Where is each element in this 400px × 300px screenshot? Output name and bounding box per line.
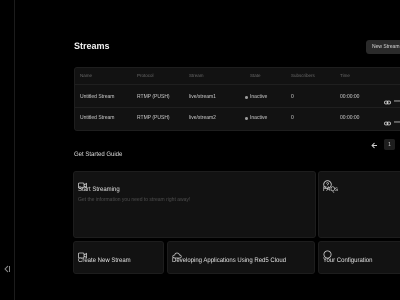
- column-header-subscribers[interactable]: Subscribers: [291, 73, 315, 78]
- row-time: 00:00:00: [340, 115, 360, 121]
- chevron-left-icon[interactable]: [369, 140, 379, 150]
- row-name: Untitled Stream: [80, 94, 115, 100]
- status-dot: [245, 96, 248, 99]
- row-time: 00:00:00: [340, 94, 360, 100]
- sidebar-divider: [14, 0, 15, 300]
- row-state: Inactive: [250, 115, 268, 121]
- section-title: Get Started Guide: [74, 152, 123, 158]
- row-state: Inactive: [250, 94, 268, 100]
- column-header-protocol[interactable]: Protocol: [137, 73, 154, 78]
- more-icon[interactable]: [394, 113, 400, 131]
- card-title: Create New Stream: [78, 258, 131, 264]
- card-subtitle: Get the information you need to stream r…: [78, 197, 191, 203]
- table-divider: [74, 84, 400, 85]
- link-icon[interactable]: [384, 114, 391, 132]
- status-dot: [245, 117, 248, 120]
- column-header-time[interactable]: Time: [340, 73, 350, 78]
- column-header-state[interactable]: State: [250, 73, 261, 78]
- start-streaming-card[interactable]: [73, 171, 316, 238]
- page-title: Streams: [74, 41, 110, 51]
- new-stream-button[interactable]: New Stream: [366, 40, 400, 54]
- row-name: Untitled Stream: [80, 115, 115, 121]
- row-protocol: RTMP (PUSH): [137, 94, 170, 100]
- row-protocol: RTMP (PUSH): [137, 115, 170, 121]
- column-header-name[interactable]: Name: [80, 73, 92, 78]
- row-subscribers: 0: [291, 94, 294, 100]
- column-header-stream[interactable]: Stream: [189, 73, 204, 78]
- card-title: Start Streaming: [78, 187, 120, 193]
- card-title: Your Configuration: [323, 258, 373, 264]
- card-title: FAQs: [323, 187, 339, 193]
- row-stream: live/stream2: [189, 115, 216, 121]
- sidebar-collapse-icon[interactable]: [0, 262, 14, 276]
- card-title: Developing Applications Using Red5 Cloud: [172, 258, 287, 264]
- page-number-button[interactable]: 1: [384, 139, 395, 150]
- row-stream: live/stream1: [189, 94, 216, 100]
- row-subscribers: 0: [291, 115, 294, 121]
